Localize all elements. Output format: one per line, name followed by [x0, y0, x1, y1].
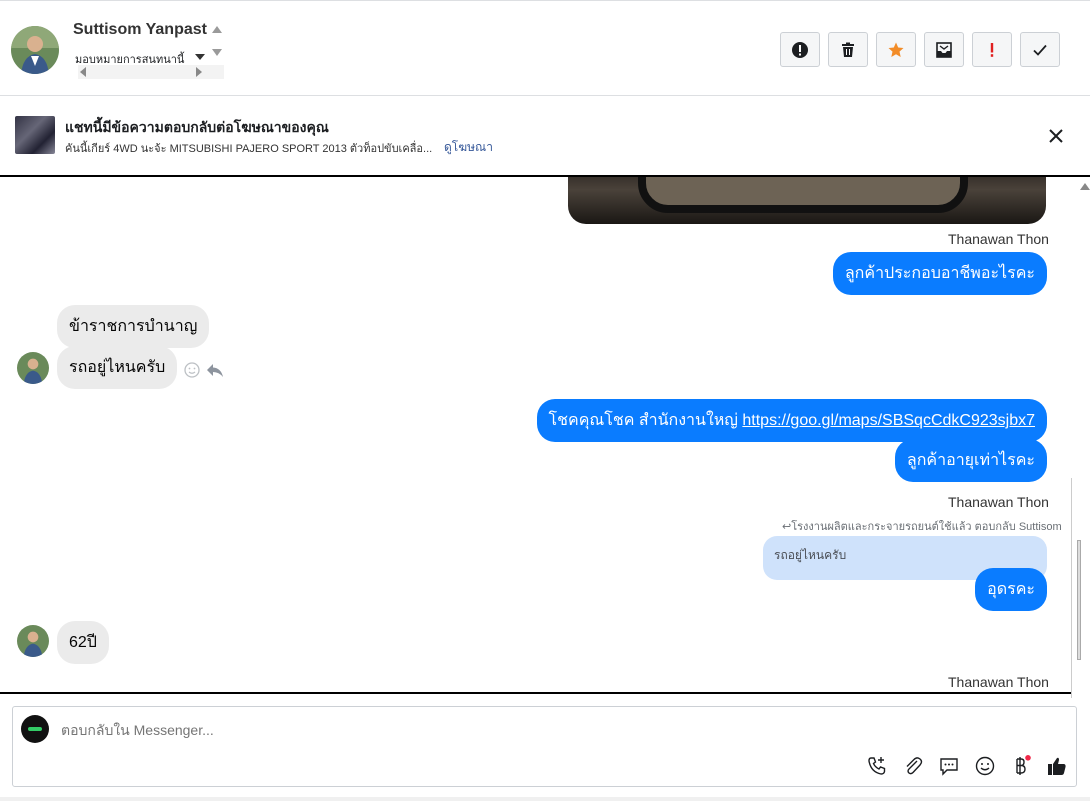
call-add-button[interactable] [865, 754, 889, 778]
archive-icon [936, 41, 952, 58]
star-button[interactable] [876, 32, 916, 67]
incoming-message[interactable]: ข้าราชการบำนาญ [57, 305, 210, 348]
assign-conversation-dropdown[interactable]: มอบหมายการสนทนานี้ [75, 50, 184, 68]
avatar-image [11, 26, 59, 74]
sender-name: Thanawan Thon [948, 674, 1049, 690]
avatar-image [17, 625, 49, 657]
bottom-divider [0, 797, 1090, 801]
map-link[interactable]: https://goo.gl/maps/SBSqcCdkC923sjbx7 [742, 412, 1035, 429]
photo-content [638, 177, 968, 213]
avatar-image [17, 352, 49, 384]
baht-icon [1016, 755, 1031, 775]
sender-name: Thanawan Thon [948, 494, 1049, 510]
emoji-button[interactable] [973, 754, 997, 778]
archive-button[interactable] [924, 32, 964, 67]
contact-avatar-small[interactable] [17, 625, 49, 657]
delete-button[interactable] [828, 32, 868, 67]
star-icon [888, 42, 904, 57]
exclamation-icon [990, 42, 994, 57]
outgoing-message[interactable]: อุดรคะ [975, 568, 1047, 611]
outgoing-message[interactable]: โชคคุณโชค สำนักงานใหญ่ https://goo.gl/ma… [536, 399, 1047, 442]
trash-icon [842, 42, 854, 57]
messenger-inbox-thread: Suttisom Yanpast มอบหมายการสนทนานี้ แชทน… [0, 0, 1090, 801]
like-button[interactable] [1045, 754, 1069, 778]
reply-composer [12, 706, 1077, 787]
reply-icon[interactable] [206, 362, 224, 378]
incoming-message[interactable]: 62ปี [57, 621, 109, 664]
done-button[interactable] [1020, 32, 1060, 67]
sender-name: Thanawan Thon [948, 231, 1049, 247]
scroll-up-arrow-icon[interactable] [212, 26, 222, 33]
chat-scroll-up-arrow-icon[interactable] [1080, 183, 1090, 190]
incoming-message[interactable]: รถอยู่ไหนครับ [57, 346, 178, 389]
chevron-down-icon[interactable] [195, 54, 205, 60]
priority-button[interactable] [972, 32, 1012, 67]
scroll-down-arrow-icon[interactable] [212, 49, 222, 56]
exclamation-circle-icon [792, 41, 808, 58]
chat-bubble-icon [940, 758, 958, 776]
message-text: โชคคุณโชค สำนักงานใหญ่ [548, 412, 743, 429]
ad-thumbnail[interactable] [15, 116, 55, 154]
close-icon[interactable] [1045, 125, 1067, 147]
outgoing-message[interactable]: ลูกค้าอายุเท่าไรคะ [894, 439, 1047, 482]
page-avatar [21, 715, 49, 743]
reply-arrow-icon: ↩ [782, 521, 792, 533]
attach-button[interactable] [901, 754, 925, 778]
thread-header: Suttisom Yanpast มอบหมายการสนทนานี้ [0, 0, 1090, 96]
side-scrollbar[interactable] [1077, 540, 1081, 660]
payment-button[interactable] [1009, 754, 1033, 778]
contact-name[interactable]: Suttisom Yanpast [73, 21, 207, 39]
message-list[interactable]: Thanawan Thon ลูกค้าประกอบอาชีพอะไรคะ ข้… [0, 175, 1090, 694]
side-panel-edge[interactable] [1071, 478, 1090, 698]
ad-banner-description: คันนี้เกียร์ 4WD นะจ้ะ MITSUBISHI PAJERO… [65, 143, 433, 155]
replied-to-note: ↩โรงงานผลิตและกระจายรถยนต์ใช้แล้ว ตอบกลั… [782, 517, 1062, 535]
ad-reply-banner: แชทนี้มีข้อความตอบกลับต่อโฆษณาของคุณ คัน… [0, 97, 1090, 175]
replied-note-text: โรงงานผลิตและกระจายรถยนต์ใช้แล้ว ตอบกลับ… [791, 521, 1062, 533]
saved-replies-button[interactable] [937, 754, 961, 778]
paperclip-icon [906, 757, 923, 775]
outgoing-message[interactable]: ลูกค้าประกอบอาชีพอะไรคะ [832, 252, 1047, 295]
smiley-icon [975, 756, 995, 776]
scroll-left-arrow-icon[interactable] [80, 67, 86, 77]
ad-banner-title: แชทนี้มีข้อความตอบกลับต่อโฆษณาของคุณ [65, 119, 329, 135]
shared-photo[interactable] [568, 177, 1046, 224]
message-actions [184, 362, 224, 378]
view-ad-link[interactable]: ดูโฆษณา [444, 138, 493, 157]
thumbs-up-icon [1048, 757, 1066, 775]
smiley-icon[interactable] [184, 362, 200, 378]
scroll-right-arrow-icon[interactable] [196, 67, 202, 77]
reply-input[interactable] [61, 722, 761, 738]
mark-spam-button[interactable] [780, 32, 820, 67]
phone-plus-icon [868, 757, 886, 775]
contact-avatar[interactable] [11, 26, 59, 74]
contact-avatar-small[interactable] [17, 352, 49, 384]
check-icon [1033, 44, 1047, 56]
